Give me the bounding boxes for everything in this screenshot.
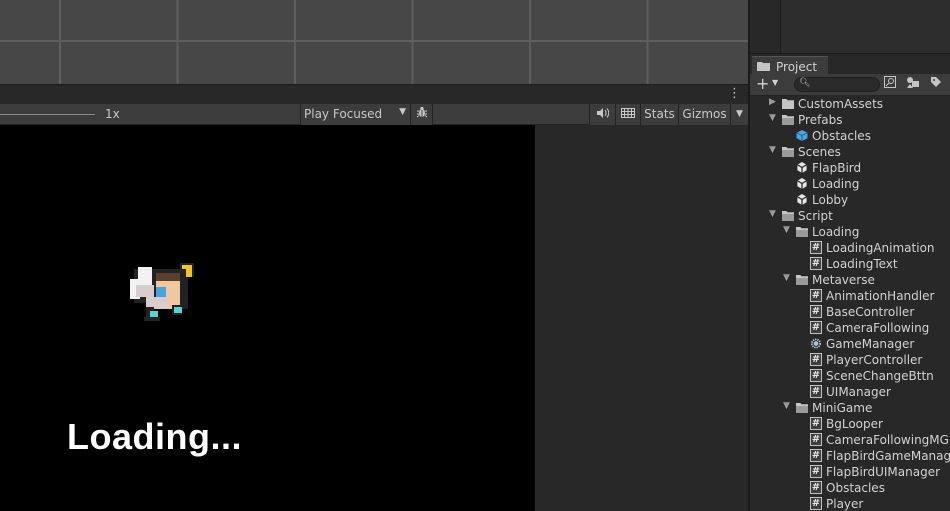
tree-item-label: Loading xyxy=(812,177,860,191)
tree-item-label: MiniGame xyxy=(812,401,873,415)
csharp-script-icon: # xyxy=(810,353,822,366)
csharp-script-icon: # xyxy=(810,481,822,494)
chevron-down-icon[interactable]: ▼ xyxy=(772,78,778,87)
scene-view-grid[interactable] xyxy=(0,0,748,84)
chevron-down-icon[interactable]: ▼ xyxy=(769,209,776,219)
gizmos-button[interactable]: Gizmos xyxy=(678,104,730,125)
grid-icon[interactable] xyxy=(615,104,640,125)
chevron-down-icon: ▼ xyxy=(399,107,406,117)
csharp-script-icon: # xyxy=(810,417,822,430)
tree-item-label: CustomAssets xyxy=(798,97,884,111)
csharp-script-icon: # xyxy=(810,257,822,270)
tree-item-label: LoadingText xyxy=(826,257,898,271)
character-sprite xyxy=(130,263,194,321)
csharp-script-icon: # xyxy=(810,289,822,302)
folder-icon xyxy=(757,62,770,71)
tree-item-label: UIManager xyxy=(826,385,891,399)
tree-item-label: Scenes xyxy=(798,145,841,159)
filter-type-icon[interactable] xyxy=(904,76,922,93)
tree-item-label: FlapBirdUIManager xyxy=(826,465,941,479)
csharp-script-icon: # xyxy=(810,321,822,334)
csharp-script-icon: # xyxy=(810,465,822,478)
tree-item-label: SceneChangeBttn xyxy=(826,369,934,383)
csharp-script-icon: # xyxy=(810,433,822,446)
game-view: Loading... xyxy=(0,125,748,511)
add-icon[interactable]: + xyxy=(756,75,769,93)
tab-project[interactable]: Project xyxy=(752,56,828,76)
tree-item-label: GameManager xyxy=(826,337,915,351)
folder-icon xyxy=(796,227,808,237)
search-by-type-icon[interactable] xyxy=(881,76,899,93)
folder-icon xyxy=(782,115,794,125)
more-options-icon[interactable]: ⋮ xyxy=(728,87,741,101)
chevron-down-icon[interactable]: ▼ xyxy=(783,401,790,411)
tab-project-label: Project xyxy=(776,60,818,74)
csharp-script-icon: # xyxy=(810,369,822,382)
inspector-area xyxy=(750,0,950,53)
chevron-right-icon[interactable]: ▶ xyxy=(769,97,776,107)
unity-scene-icon xyxy=(797,162,807,173)
scale-slider[interactable] xyxy=(0,114,95,115)
label-tag-icon[interactable] xyxy=(927,76,945,93)
folder-icon xyxy=(796,403,808,413)
game-toolbar: 1x Play Focused ▼ Stats Gizmos ▼ xyxy=(0,104,748,125)
unity-scene-icon xyxy=(797,194,807,205)
csharp-script-icon: # xyxy=(810,241,822,254)
project-panel: Project + ▼ 🔍︎ ▶ CustomAssets ▼ Prefabs Obst… xyxy=(750,53,950,511)
tree-item-label: Obstacles xyxy=(826,481,885,495)
folder-icon xyxy=(782,211,794,221)
prefab-cube-icon xyxy=(796,130,808,141)
csharp-script-icon: # xyxy=(810,305,822,318)
chevron-down-icon[interactable]: ▼ xyxy=(783,273,790,283)
csharp-script-icon: # xyxy=(810,497,822,510)
play-mode-label: Play Focused xyxy=(304,107,383,121)
folder-icon xyxy=(782,147,794,157)
bug-icon[interactable] xyxy=(410,104,433,125)
tree-item-label: Metaverse xyxy=(812,273,875,287)
chevron-down-icon[interactable]: ▼ xyxy=(769,145,776,155)
game-tab-bar: ⋮ xyxy=(0,84,748,104)
chevron-down-icon[interactable]: ▼ xyxy=(783,225,790,235)
tree-item-label: FlapBirdGameManage xyxy=(826,449,950,463)
unity-scene-icon xyxy=(797,178,807,189)
stats-button[interactable]: Stats xyxy=(640,104,678,125)
project-toolbar: + ▼ 🔍︎ xyxy=(750,74,950,96)
tree-item-label: BgLooper xyxy=(826,417,883,431)
csharp-script-icon: # xyxy=(810,385,822,398)
inspector-subpanel xyxy=(780,0,950,53)
chevron-down-icon[interactable]: ▼ xyxy=(769,113,776,123)
tree-item-label: CameraFollowingMG xyxy=(826,433,949,447)
tree-item-label: CameraFollowing xyxy=(826,321,930,335)
tree-item-label: Obstacles xyxy=(812,129,871,143)
tree-item-label: Prefabs xyxy=(798,113,843,127)
tree-item-label: Script xyxy=(798,209,833,223)
tree-item-label: FlapBird xyxy=(812,161,862,175)
csharp-script-icon: # xyxy=(810,449,822,462)
gizmos-dropdown-icon[interactable]: ▼ xyxy=(730,104,748,125)
play-mode-dropdown[interactable]: Play Focused ▼ xyxy=(300,104,410,125)
search-input[interactable]: 🔍︎ xyxy=(794,77,880,92)
folder-icon xyxy=(796,275,808,285)
folder-icon xyxy=(782,99,794,109)
tree-item-label: BaseController xyxy=(826,305,915,319)
scale-value: 1x xyxy=(105,107,120,121)
tree-item-label: Loading xyxy=(812,225,860,239)
tree-item-label: PlayerController xyxy=(826,353,923,367)
tree-item-label: Lobby xyxy=(812,193,849,207)
loading-text: Loading... xyxy=(67,416,242,457)
game-screen[interactable]: Loading... xyxy=(0,125,535,511)
speaker-icon[interactable] xyxy=(589,104,615,125)
search-icon: 🔍︎ xyxy=(799,78,811,88)
tree-item-label: AnimationHandler xyxy=(826,289,935,303)
tree-item-label: LoadingAnimation xyxy=(826,241,935,255)
gear-icon xyxy=(810,338,822,349)
tree-item-label: Player xyxy=(826,497,864,511)
